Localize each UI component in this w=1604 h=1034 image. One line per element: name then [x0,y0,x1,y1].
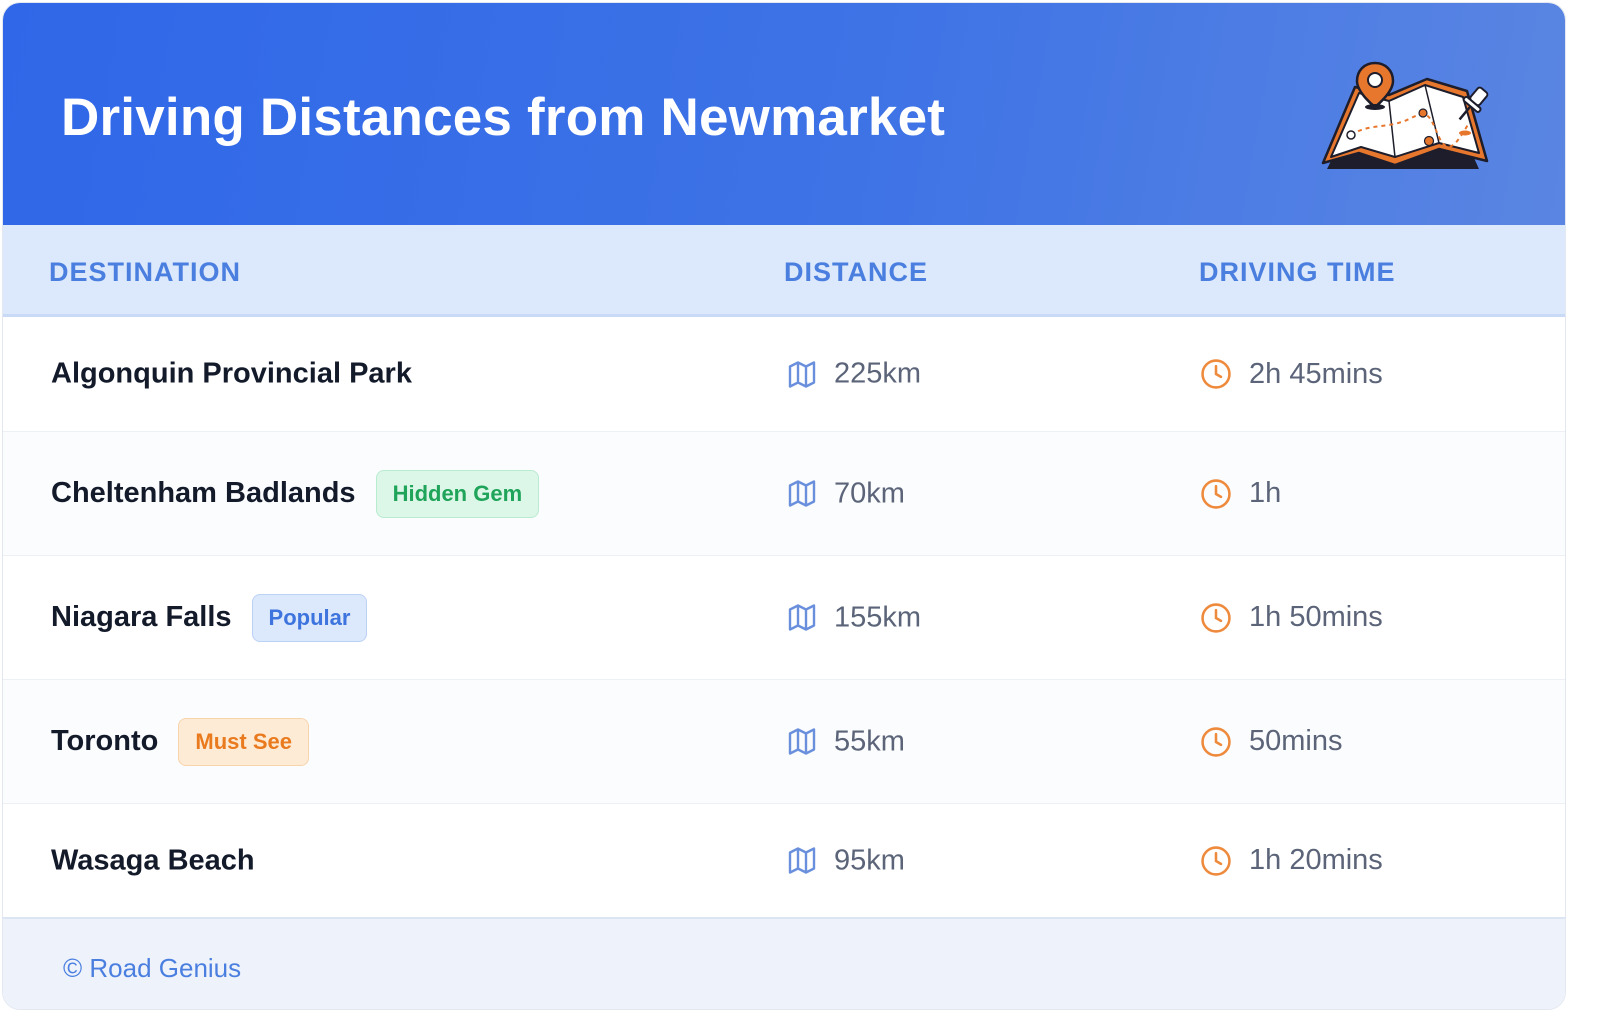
time-cell: 1h 20mins [1199,844,1383,878]
distance-cell: 225km [786,358,921,391]
table-row: Niagara Falls Popular 155km 1h 50mins [3,556,1565,680]
map-icon [788,480,816,507]
clock-icon [1201,726,1231,757]
clock-icon [1201,359,1231,389]
time-cell: 50mins [1199,725,1343,759]
popular-badge: Popular [251,593,368,642]
distance-value: 225km [834,357,922,390]
map-icon [788,360,816,388]
map-illustration-icon [1321,61,1489,169]
hidden-gem-badge: Hidden Gem [375,469,540,518]
time-cell: 1h [1199,477,1281,511]
clock-icon [1201,845,1231,876]
distance-table-card: Driving Distances from Newmarket DESTINA… [2,2,1566,1010]
time-value: 2h 45mins [1249,357,1383,390]
time-cell: 2h 45mins [1199,357,1383,391]
time-value: 50mins [1249,725,1343,757]
column-header-distance[interactable]: DISTANCE [784,257,928,288]
table-row: Toronto Must See 55km 50mins [3,680,1565,804]
distance-cell: 95km [786,844,905,877]
destination-name: Wasaga Beach [51,844,255,876]
time-value: 1h 20mins [1249,844,1383,876]
distance-value: 95km [834,844,905,876]
clock-icon [1201,602,1231,633]
table-row: Cheltenham Badlands Hidden Gem 70km 1h [3,432,1565,556]
footer: © Road Genius [3,917,1565,1009]
destination-name: Toronto [51,725,159,757]
must-see-badge: Must See [178,717,309,766]
destination-name: Algonquin Provincial Park [51,357,412,390]
clock-icon [1201,478,1231,509]
time-cell: 1h 50mins [1199,601,1383,635]
column-header-driving-time[interactable]: DRIVING TIME [1199,257,1396,288]
map-icon [788,728,816,755]
destination-name: Niagara Falls [51,601,232,633]
map-icon [788,847,816,874]
column-header-destination[interactable]: DESTINATION [49,257,241,288]
footer-credit[interactable]: © Road Genius [63,953,241,984]
distance-value: 55km [834,725,905,757]
distance-cell: 70km [786,477,905,510]
distance-cell: 55km [786,725,905,758]
table-header-row: DESTINATION DISTANCE DRIVING TIME [3,225,1565,317]
time-value: 1h 50mins [1249,601,1383,633]
map-icon [788,604,816,631]
table-row: Algonquin Provincial Park 225km 2h 45min… [3,317,1565,432]
distance-value: 155km [834,601,922,633]
page-title: Driving Distances from Newmarket [61,88,946,147]
table-row: Wasaga Beach 95km 1h 20mins [3,804,1565,917]
header-banner: Driving Distances from Newmarket [3,3,1565,225]
distance-value: 70km [834,477,905,509]
distance-cell: 155km [786,601,921,634]
time-value: 1h [1249,477,1282,509]
destination-name: Cheltenham Badlands [51,477,356,509]
